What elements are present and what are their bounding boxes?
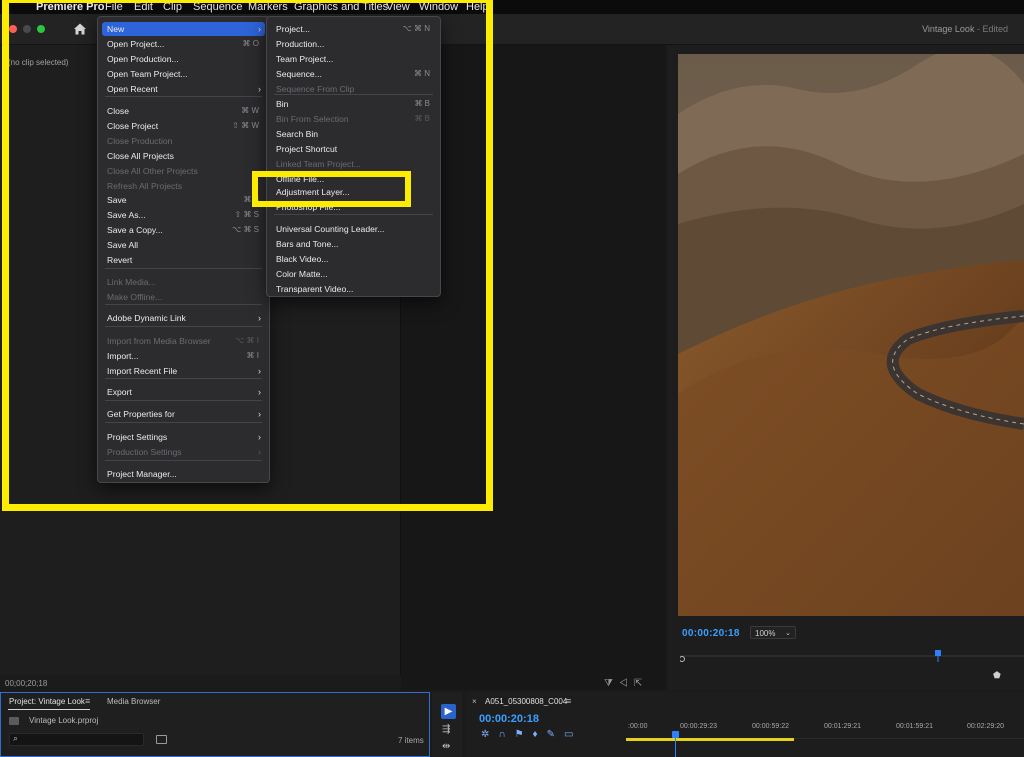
window-title-status: - Edited (976, 24, 1008, 34)
timeline-tick: :00:00 (628, 723, 648, 730)
timeline-timecode[interactable]: 00:00:20:18 (479, 713, 539, 725)
annotation-box-adjustment-layer (252, 171, 411, 207)
nest-icon[interactable]: ✲ (481, 729, 498, 740)
source-timecode[interactable]: 00;00;20;18 (5, 679, 47, 688)
zoom-level-select[interactable]: 100% ⌄ (750, 626, 796, 639)
add-marker-icon[interactable]: ♦ (533, 729, 547, 740)
project-search-input[interactable]: ⌕ (9, 733, 144, 746)
snap-icon[interactable]: ∩ (498, 729, 514, 740)
timeline-tick: 00:01:59:21 (896, 723, 933, 730)
program-video-frame (678, 54, 1024, 616)
project-file-icon (9, 717, 19, 725)
panel-menu-icon[interactable]: ≡ (85, 696, 90, 706)
program-timecode[interactable]: 00:00:20:18 (682, 628, 740, 639)
timeline-toolbar: ✲∩⚑♦✎▭ (481, 729, 583, 740)
zoom-level-value: 100% (755, 629, 776, 638)
track-select-tool-icon[interactable]: ⇶ (442, 724, 450, 735)
work-area-bar[interactable] (626, 738, 794, 741)
program-scrubber[interactable] (680, 650, 1024, 662)
timeline-tick: 00:00:29:23 (680, 723, 717, 730)
window-title: Vintage Look - Edited (922, 24, 1008, 34)
captions-icon[interactable]: ▭ (564, 729, 582, 740)
playhead[interactable] (672, 731, 679, 738)
linked-selection-icon[interactable]: ⚑ (515, 729, 533, 740)
tab-sequence[interactable]: A051_05300808_C004 (485, 697, 567, 706)
close-sequence-icon[interactable]: × (472, 697, 477, 706)
timeline-tick: 00:01:29:21 (824, 723, 861, 730)
search-icon: ⌕ (13, 733, 19, 743)
ripple-edit-tool-icon[interactable]: ⇹ (442, 741, 450, 752)
selection-tool-icon[interactable]: ▶ (441, 704, 456, 719)
mute-icon[interactable]: ◁ (619, 678, 634, 689)
filter-icon[interactable]: ⧩ (604, 678, 619, 689)
annotation-box-file-menu (2, 0, 493, 511)
new-bin-icon[interactable] (156, 735, 167, 744)
items-count: 7 items (398, 736, 424, 745)
project-file-name[interactable]: Vintage Look.prproj (29, 716, 98, 725)
export-frame-icon[interactable]: ⇱ (634, 678, 648, 689)
timeline-tick: 00:00:59:22 (752, 723, 789, 730)
add-marker-icon[interactable]: ⬟ (993, 670, 1001, 681)
sequence-menu-icon[interactable]: ≡ (566, 696, 571, 706)
timeline-tick: 00:02:29:20 (967, 723, 1004, 730)
playhead-line (675, 738, 676, 757)
chevron-down-icon: ⌄ (785, 630, 791, 637)
active-tab-underline (8, 709, 90, 710)
tab-media-browser[interactable]: Media Browser (107, 697, 160, 706)
wrench-icon[interactable]: ✎ (547, 729, 564, 740)
window-title-name: Vintage Look (922, 24, 975, 34)
source-controls: ⧩◁⇱ (604, 678, 648, 689)
tab-project[interactable]: Project: Vintage Look (9, 697, 85, 706)
